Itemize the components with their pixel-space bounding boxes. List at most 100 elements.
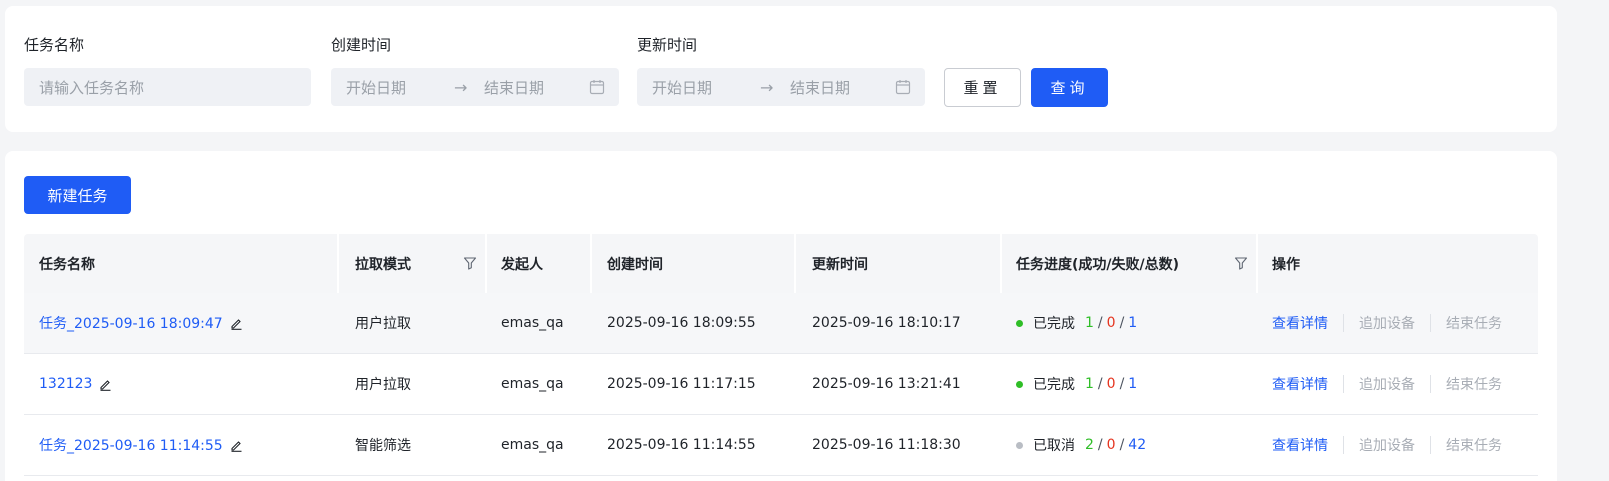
task-table: 任务名称 拉取模式 发起人 创建时间 更新时间 任务进度(成功/失败/总数) 操… xyxy=(24,234,1538,476)
total-count: 42 xyxy=(1128,437,1147,453)
col-header-actions: 操作 xyxy=(1272,256,1300,273)
initiator-cell: emas_qa xyxy=(501,437,564,453)
filter-task-name-label: 任务名称 xyxy=(24,36,85,54)
end-task-link[interactable]: 结束任务 xyxy=(1446,374,1502,394)
edit-icon[interactable] xyxy=(230,317,243,330)
success-count: 2 xyxy=(1085,437,1094,453)
actions-cell: 查看详情 追加设备 结束任务 xyxy=(1257,293,1502,353)
actions-cell: 查看详情 追加设备 结束任务 xyxy=(1257,415,1502,475)
slash: / xyxy=(1097,437,1103,453)
action-divider xyxy=(1430,314,1431,332)
action-divider xyxy=(1430,436,1431,454)
total-count: 1 xyxy=(1128,315,1138,331)
filter-updated-label: 更新时间 xyxy=(637,36,698,54)
mode-cell: 智能筛选 xyxy=(355,438,411,454)
updated-cell: 2025-09-16 11:18:30 xyxy=(812,437,961,453)
task-name-link[interactable]: 任务_2025-09-16 11:14:55 xyxy=(39,435,223,455)
mode-filter-icon[interactable] xyxy=(463,256,477,270)
add-device-link[interactable]: 追加设备 xyxy=(1359,313,1415,333)
col-header-progress: 任务进度(成功/失败/总数) xyxy=(1001,234,1256,293)
filter-updated-time: 更新时间 开始日期 → 结束日期 xyxy=(637,34,925,106)
created-end-date[interactable]: 结束日期 xyxy=(484,77,588,98)
view-detail-link[interactable]: 查看详情 xyxy=(1272,374,1328,394)
query-button[interactable]: 查询 xyxy=(1031,68,1108,107)
status-text: 已完成 xyxy=(1033,316,1075,332)
col-header-name: 任务名称 xyxy=(39,256,95,273)
created-date-range-picker[interactable]: 开始日期 → 结束日期 xyxy=(331,68,619,106)
status-dot xyxy=(1016,380,1023,388)
progress-cell: 已完成 1 / 0 / 1 xyxy=(1001,354,1137,414)
action-divider xyxy=(1343,314,1344,332)
created-cell: 2025-09-16 11:14:55 xyxy=(607,437,756,453)
progress-cell: 已取消 2 / 0 / 42 xyxy=(1001,415,1146,475)
task-name-cell: 132123 xyxy=(24,354,112,414)
actions-cell: 查看详情 追加设备 结束任务 xyxy=(1257,354,1502,414)
filter-task-name: 任务名称 请输入任务名称 xyxy=(24,34,311,106)
updated-cell: 2025-09-16 18:10:17 xyxy=(812,315,961,331)
slash: / xyxy=(1119,437,1125,453)
initiator-cell: emas_qa xyxy=(501,376,564,392)
mode-cell: 用户拉取 xyxy=(355,316,411,332)
created-start-date[interactable]: 开始日期 xyxy=(346,77,454,98)
add-device-link[interactable]: 追加设备 xyxy=(1359,435,1415,455)
new-task-button[interactable]: 新建任务 xyxy=(24,176,131,214)
created-cell: 2025-09-16 18:09:55 xyxy=(607,315,756,331)
status-text: 已取消 xyxy=(1033,438,1075,454)
updated-end-date[interactable]: 结束日期 xyxy=(790,77,894,98)
view-detail-link[interactable]: 查看详情 xyxy=(1272,313,1328,333)
task-name-link[interactable]: 任务_2025-09-16 18:09:47 xyxy=(39,313,223,333)
progress-cell: 已完成 1 / 0 / 1 xyxy=(1001,293,1137,353)
fail-count: 0 xyxy=(1106,376,1116,392)
slash: / xyxy=(1119,376,1125,392)
slash: / xyxy=(1097,315,1103,331)
col-header-mode-label: 拉取模式 xyxy=(355,256,411,273)
range-arrow-icon: → xyxy=(760,77,774,97)
updated-cell: 2025-09-16 13:21:41 xyxy=(812,376,961,392)
action-divider xyxy=(1430,375,1431,393)
progress-filter-icon[interactable] xyxy=(1234,256,1248,270)
action-divider xyxy=(1343,375,1344,393)
reset-button[interactable]: 重置 xyxy=(944,68,1021,107)
created-cell: 2025-09-16 11:17:15 xyxy=(607,376,756,392)
total-count: 1 xyxy=(1128,376,1138,392)
view-detail-link[interactable]: 查看详情 xyxy=(1272,435,1328,455)
table-row: 任务_2025-09-16 18:09:47 用户拉取 emas_qa 2025… xyxy=(24,293,1538,354)
status-dot xyxy=(1016,319,1023,327)
calendar-icon xyxy=(589,80,605,95)
col-header-created: 创建时间 xyxy=(607,256,663,273)
col-header-initiator: 发起人 xyxy=(501,256,543,273)
action-divider xyxy=(1343,436,1344,454)
filter-created-time: 创建时间 开始日期 → 结束日期 xyxy=(331,34,619,106)
fail-count: 0 xyxy=(1106,315,1116,331)
initiator-cell: emas_qa xyxy=(501,315,564,331)
updated-date-range-picker[interactable]: 开始日期 → 结束日期 xyxy=(637,68,925,106)
column-divider xyxy=(337,234,339,293)
table-header: 任务名称 拉取模式 发起人 创建时间 更新时间 任务进度(成功/失败/总数) 操… xyxy=(24,234,1538,293)
success-count: 1 xyxy=(1085,376,1094,392)
add-device-link[interactable]: 追加设备 xyxy=(1359,374,1415,394)
slash: / xyxy=(1119,315,1125,331)
calendar-icon xyxy=(895,80,911,95)
fail-count: 0 xyxy=(1106,437,1116,453)
task-name-cell: 任务_2025-09-16 11:14:55 xyxy=(24,415,243,475)
edit-icon[interactable] xyxy=(230,439,243,452)
table-row: 132123 用户拉取 emas_qa 2025-09-16 11:17:15 … xyxy=(24,354,1538,415)
updated-start-date[interactable]: 开始日期 xyxy=(652,77,760,98)
task-name-input[interactable]: 请输入任务名称 xyxy=(24,68,311,106)
filter-panel: 任务名称 请输入任务名称 创建时间 开始日期 → 结束日期 更新时间 开始日期 … xyxy=(5,6,1557,132)
range-arrow-icon: → xyxy=(454,77,468,97)
task-name-link[interactable]: 132123 xyxy=(39,376,92,392)
end-task-link[interactable]: 结束任务 xyxy=(1446,435,1502,455)
status-text: 已完成 xyxy=(1033,377,1075,393)
end-task-link[interactable]: 结束任务 xyxy=(1446,313,1502,333)
mode-cell: 用户拉取 xyxy=(355,377,411,393)
success-count: 1 xyxy=(1085,315,1094,331)
edit-icon[interactable] xyxy=(99,378,112,391)
filter-created-label: 创建时间 xyxy=(331,36,392,54)
column-divider xyxy=(794,234,796,293)
col-header-progress-label: 任务进度(成功/失败/总数) xyxy=(1016,256,1180,273)
slash: / xyxy=(1097,376,1103,392)
table-row: 任务_2025-09-16 11:14:55 智能筛选 emas_qa 2025… xyxy=(24,415,1538,476)
task-name-placeholder: 请输入任务名称 xyxy=(39,78,145,97)
task-table-panel: 新建任务 任务名称 拉取模式 发起人 创建时间 更新时间 任务进度(成功/失败/… xyxy=(5,151,1557,481)
